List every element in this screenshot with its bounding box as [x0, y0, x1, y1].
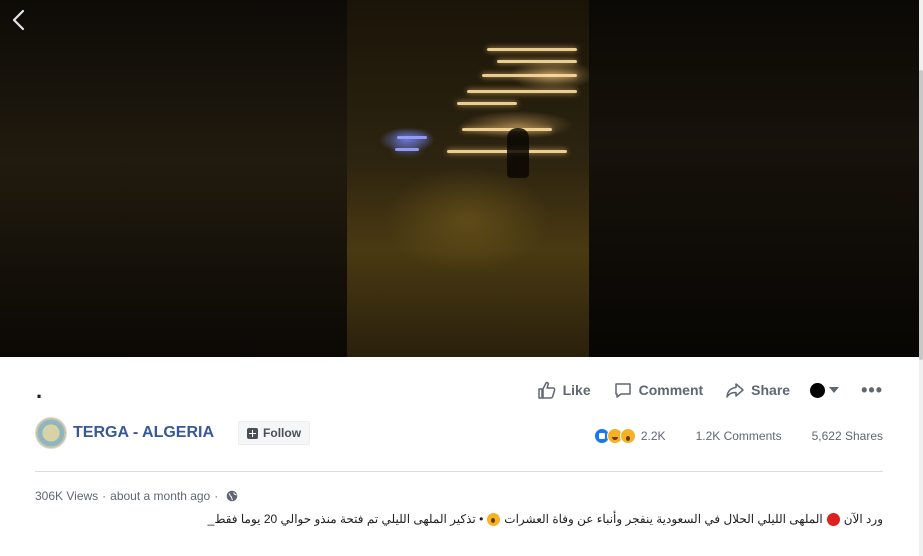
view-count: 306K Views — [35, 489, 99, 503]
audience-selector[interactable] — [810, 382, 840, 398]
follow-plus-icon — [247, 427, 259, 439]
video-letterbox-left — [0, 0, 347, 357]
back-button[interactable] — [8, 8, 30, 32]
wow-reaction-icon — [619, 428, 636, 444]
scrollbar-thumb[interactable] — [919, 70, 923, 360]
astonished-face-icon — [487, 512, 501, 526]
scrollbar[interactable] — [919, 0, 923, 556]
post-description: ورد الآن الملهى الليلي الحلال في السعودي… — [208, 512, 883, 526]
video-light — [457, 102, 517, 105]
post-timestamp[interactable]: about a month ago — [110, 489, 210, 503]
like-button[interactable]: Like — [537, 380, 591, 400]
video-light — [482, 74, 577, 77]
page-name-link[interactable]: TERGA - ALGERIA — [73, 424, 214, 442]
video-light — [397, 136, 427, 139]
post-stats: 2.2K 1.2K Comments 5,622 Shares — [593, 428, 883, 444]
more-horizontal-icon[interactable]: ••• — [861, 380, 883, 401]
follow-label: Follow — [263, 426, 302, 440]
divider — [35, 471, 883, 472]
globe-icon — [226, 490, 238, 502]
comment-label: Comment — [638, 382, 704, 398]
post-meta: 306K Views · about a month ago · — [35, 489, 238, 503]
caret-down-icon — [829, 387, 840, 393]
share-button[interactable]: Share — [725, 380, 790, 400]
comment-button[interactable]: Comment — [613, 380, 704, 400]
speech-bubble-icon — [614, 383, 631, 398]
avatar — [810, 382, 826, 398]
video-player[interactable] — [0, 0, 923, 357]
video-light — [395, 148, 419, 151]
follow-button[interactable]: Follow — [238, 421, 311, 445]
video-light — [462, 128, 552, 131]
description-part: • تذكير الملهى الليلي تم فتحة منذو حوالي… — [207, 512, 484, 526]
video-light — [497, 60, 577, 63]
video-letterbox-right — [589, 0, 923, 357]
meta-separator: · — [102, 489, 107, 503]
chevron-left-icon — [12, 9, 25, 31]
reaction-count: 2.2K — [640, 429, 666, 443]
video-figure — [507, 128, 529, 178]
description-part: ورد الآن — [843, 512, 883, 526]
like-label: Like — [562, 382, 591, 398]
page-avatar[interactable] — [35, 417, 67, 449]
video-light — [467, 90, 577, 93]
post-title: . — [36, 378, 43, 403]
page-info: TERGA - ALGERIA Follow — [35, 417, 311, 449]
reactions-summary[interactable]: 2.2K — [593, 428, 666, 444]
video-light — [487, 48, 577, 51]
share-arrow-icon — [726, 383, 744, 398]
meta-separator: · — [214, 489, 219, 503]
thumbs-up-icon — [537, 381, 556, 399]
comments-count[interactable]: 1.2K Comments — [696, 429, 782, 443]
red-circle-icon — [826, 512, 840, 526]
description-part: الملهى الليلي الحلال في السعودية ينفجر و… — [504, 512, 823, 526]
share-label: Share — [751, 382, 791, 398]
post-actions: Like Comment Share ••• — [515, 378, 883, 402]
video-frame[interactable] — [347, 0, 589, 357]
shares-count[interactable]: 5,622 Shares — [812, 429, 883, 443]
